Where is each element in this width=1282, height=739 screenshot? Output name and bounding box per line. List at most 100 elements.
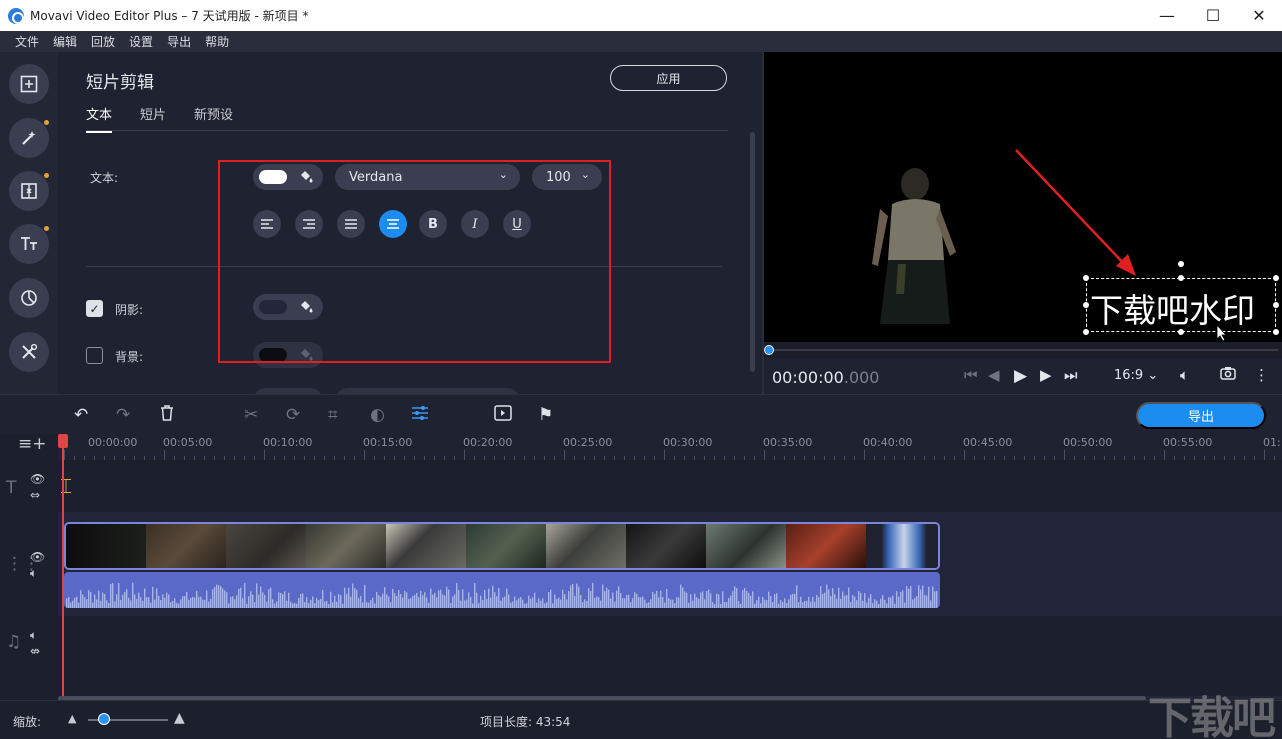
rotate-handle[interactable]: [1178, 261, 1184, 267]
link-icon[interactable]: ⇔: [30, 488, 40, 502]
waveform-bar: [344, 587, 346, 608]
time-ruler[interactable]: 00:00:00 00:05:00 00:10:00 00:15:00 00:2…: [58, 434, 1282, 460]
underline-button[interactable]: U: [503, 210, 531, 238]
clip-thumbnail: [866, 524, 938, 568]
waveform-bar: [230, 596, 232, 608]
waveform-bar: [394, 593, 396, 608]
maximize-button[interactable]: ☐: [1190, 0, 1236, 31]
export-button[interactable]: 导出: [1136, 402, 1266, 429]
align-center-button[interactable]: [379, 210, 407, 238]
italic-button[interactable]: I: [461, 210, 489, 238]
tab-clip[interactable]: 短片: [140, 104, 166, 133]
preview-seekbar[interactable]: [764, 342, 1282, 358]
import-files-button[interactable]: [9, 64, 49, 104]
waveform-bar: [882, 595, 884, 608]
panel-scrollbar[interactable]: [750, 132, 755, 372]
minimize-button[interactable]: —: [1144, 0, 1190, 31]
zoom-in-icon[interactable]: ▲: [174, 710, 185, 726]
clip-thumbnail: [66, 524, 146, 568]
resize-handle[interactable]: [1178, 275, 1184, 281]
menu-help[interactable]: 帮助: [198, 33, 236, 50]
transitions-button[interactable]: [9, 171, 49, 211]
playhead-handle[interactable]: [58, 434, 68, 448]
volume-icon[interactable]: 🔈︎: [1180, 366, 1189, 384]
color-adjust-icon[interactable]: ◐: [370, 405, 385, 425]
eye-icon[interactable]: 👁︎: [30, 472, 45, 486]
apply-button[interactable]: 应用: [610, 65, 727, 91]
titles-button[interactable]: [9, 224, 49, 264]
seek-handle[interactable]: [764, 345, 774, 355]
skip-to-end-icon[interactable]: ⏭: [1064, 366, 1078, 384]
close-button[interactable]: ✕: [1236, 0, 1282, 31]
redo-icon[interactable]: ↷: [116, 405, 130, 425]
resize-handle[interactable]: [1273, 302, 1279, 308]
waveform-bar: [78, 602, 80, 608]
resize-handle[interactable]: [1178, 329, 1184, 335]
shadow-checkbox[interactable]: ✓: [86, 300, 103, 317]
menu-edit[interactable]: 编辑: [46, 33, 84, 50]
play-icon[interactable]: ▶: [1014, 366, 1027, 386]
timeline[interactable]: 00:00:00 00:05:00 00:10:00 00:15:00 00:2…: [58, 434, 1282, 700]
clip-thumbnail: [706, 524, 786, 568]
waveform-bar: [526, 603, 528, 608]
more-options-icon[interactable]: ⋮: [1254, 366, 1269, 384]
tab-text[interactable]: 文本: [86, 104, 113, 133]
menu-settings[interactable]: 设置: [122, 33, 160, 50]
waveform-bar: [914, 597, 916, 608]
background-checkbox[interactable]: [86, 347, 103, 364]
previous-frame-icon[interactable]: ◀︎: [988, 366, 1000, 384]
rotate-icon[interactable]: ⟳: [286, 405, 300, 425]
text-color-picker[interactable]: [253, 164, 323, 190]
menu-playback[interactable]: 回放: [84, 33, 122, 50]
stickers-button[interactable]: [9, 278, 49, 318]
waveform-bar: [466, 599, 468, 608]
shadow-color-picker[interactable]: [253, 294, 323, 320]
watermark-text[interactable]: 下载吧水印: [1090, 284, 1255, 332]
resize-handle[interactable]: [1083, 275, 1089, 281]
flag-marker-icon[interactable]: ⚑: [538, 405, 553, 425]
next-frame-icon[interactable]: ▶︎: [1040, 366, 1052, 384]
audio-clip[interactable]: [64, 572, 940, 608]
crop-icon[interactable]: ⌗: [328, 405, 338, 425]
aspect-ratio-select[interactable]: 16:9 ⌄: [1114, 368, 1158, 383]
snapshot-camera-icon[interactable]: [1220, 366, 1236, 384]
resize-handle[interactable]: [1273, 329, 1279, 335]
align-left-button[interactable]: [253, 210, 281, 238]
menu-file[interactable]: 文件: [8, 33, 46, 50]
speaker-icon[interactable]: 🔈︎: [30, 628, 37, 643]
align-justify-button[interactable]: [337, 210, 365, 238]
audio-track[interactable]: [58, 616, 1282, 696]
align-right-button[interactable]: [295, 210, 323, 238]
playhead-line[interactable]: [62, 436, 64, 698]
menu-export[interactable]: 导出: [160, 33, 198, 50]
zoom-slider-handle[interactable]: [98, 713, 110, 725]
waveform-bar: [232, 596, 234, 608]
waveform-bar: [74, 597, 76, 608]
waveform-bar: [154, 599, 156, 608]
more-tools-button[interactable]: [9, 332, 49, 372]
background-color-picker[interactable]: [253, 342, 323, 368]
add-track-icon[interactable]: ≡+: [18, 434, 47, 454]
unlink-icon[interactable]: ⇎: [30, 644, 40, 658]
scissors-icon[interactable]: ✂: [244, 405, 258, 425]
tab-new-preset[interactable]: 新预设: [194, 104, 233, 133]
zoom-out-icon[interactable]: ▲: [68, 712, 76, 725]
picture-in-picture-icon[interactable]: [494, 405, 512, 426]
resize-handle[interactable]: [1273, 275, 1279, 281]
eye-icon[interactable]: 👁︎: [30, 550, 45, 564]
filters-button[interactable]: [9, 118, 49, 158]
title-track[interactable]: [58, 460, 1282, 512]
font-select[interactable]: Verdana ⌄: [335, 164, 520, 190]
resize-handle[interactable]: [1083, 302, 1089, 308]
font-size-select[interactable]: 100 ⌄: [532, 164, 602, 190]
video-clip[interactable]: [64, 522, 940, 570]
clip-properties-icon[interactable]: [411, 405, 429, 426]
speaker-icon[interactable]: 🔈︎: [30, 566, 37, 581]
delete-trash-icon[interactable]: [160, 405, 174, 426]
resize-handle[interactable]: [1083, 329, 1089, 335]
undo-icon[interactable]: ↶: [74, 405, 88, 425]
video-preview[interactable]: 下载吧水印: [764, 52, 1282, 342]
clip-thumbnail: [626, 524, 706, 568]
bold-button[interactable]: B: [419, 210, 447, 238]
skip-to-start-icon[interactable]: ⏮: [964, 366, 978, 384]
